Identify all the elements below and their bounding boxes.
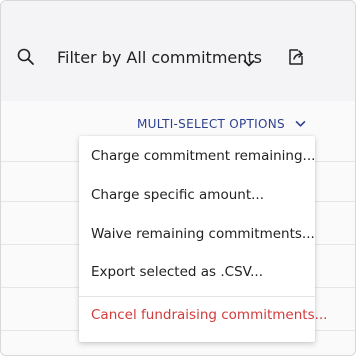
filter-dropdown-label[interactable]: Filter by All commitments: [57, 47, 262, 69]
search-icon[interactable]: [16, 47, 36, 67]
chevron-down-icon[interactable]: [243, 53, 255, 67]
menu-item-cancel-commitments[interactable]: Cancel fundraising commitments...: [91, 305, 327, 325]
toolbar: Filter by All commitments: [1, 1, 355, 101]
menu-item-export-csv[interactable]: Export selected as .CSV...: [91, 262, 263, 282]
commitments-panel: Filter by All commitments MULTI-SELECT O…: [0, 0, 356, 356]
multi-select-options-label: MULTI-SELECT OPTIONS: [137, 117, 285, 131]
export-icon[interactable]: [286, 47, 306, 67]
menu-item-charge-specific-amount[interactable]: Charge specific amount...: [91, 185, 264, 205]
menu-item-charge-remaining[interactable]: Charge commitment remaining...: [91, 146, 315, 166]
multi-select-dropdown-menu: Charge commitment remaining... Charge sp…: [79, 136, 327, 342]
menu-divider: [79, 296, 315, 297]
menu-item-waive-remaining[interactable]: Waive remaining commitments...: [91, 224, 315, 244]
multi-select-options-button[interactable]: MULTI-SELECT OPTIONS: [137, 115, 306, 133]
chevron-down-icon: [295, 120, 306, 127]
